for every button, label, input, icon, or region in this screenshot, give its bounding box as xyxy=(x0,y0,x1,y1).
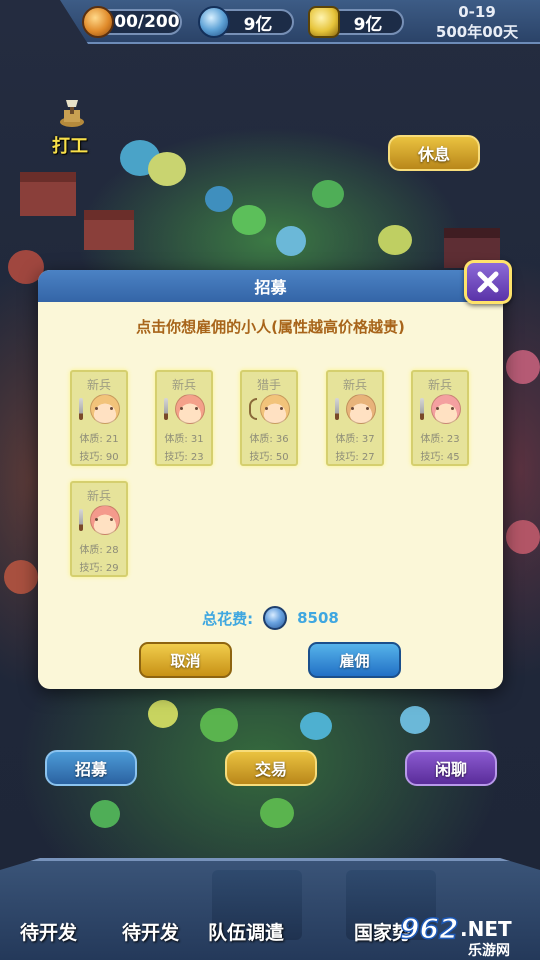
tree-decoration xyxy=(378,225,412,255)
tree-decoration xyxy=(506,520,540,554)
sword-icon xyxy=(79,509,83,531)
energy-counter: 200/200 xyxy=(82,6,182,38)
axe-stump-icon[interactable] xyxy=(56,96,88,128)
house-decoration xyxy=(84,210,134,250)
recruit-card-constitution: 体质: 23 xyxy=(420,434,460,445)
total-cost-value: 8508 xyxy=(297,609,339,627)
recruit-card-skill: 技巧: 23 xyxy=(164,452,204,463)
energy-coin-icon xyxy=(82,6,114,38)
recruit-card-skill: 技巧: 90 xyxy=(79,452,119,463)
recruit-card-constitution: 体质: 31 xyxy=(164,434,204,445)
tree-decoration xyxy=(300,712,332,740)
date-bottom: 500年00天 xyxy=(435,23,519,41)
dialog-instruction: 点击你想雇佣的小人(属性越高价格越贵) xyxy=(136,318,405,336)
recruit-card[interactable]: 新兵体质: 31 技巧: 23 xyxy=(155,370,213,466)
recruit-card-class: 新兵 xyxy=(171,378,196,392)
recruit-card-skill: 技巧: 27 xyxy=(335,452,375,463)
gold-counter: 9亿 xyxy=(308,6,404,38)
tree-decoration xyxy=(90,800,120,828)
total-cost-row: 总花费: 8508 xyxy=(38,604,503,632)
sword-icon xyxy=(164,398,168,420)
gold-ingot-icon xyxy=(308,6,340,38)
tree-decoration xyxy=(232,205,266,235)
dialog-header: 招募 xyxy=(38,270,503,302)
character-portrait xyxy=(260,394,290,424)
character-portrait xyxy=(90,505,120,535)
recruit-card[interactable]: 新兵体质: 28 技巧: 29 xyxy=(70,481,128,577)
recruit-card-constitution: 体质: 37 xyxy=(335,434,375,445)
gem-coin-icon xyxy=(263,606,288,630)
watermark-logo: 962 xyxy=(400,912,458,945)
cancel-button[interactable]: 取消 xyxy=(139,642,232,678)
recruit-card-skill: 技巧: 29 xyxy=(79,563,119,574)
recruit-card-class: 猎手 xyxy=(256,378,281,392)
watermark-site: 乐游网 xyxy=(468,942,510,958)
gold-value: 9亿 xyxy=(353,14,383,35)
tree-decoration xyxy=(148,152,186,186)
sword-icon xyxy=(335,398,339,420)
recruit-card-class: 新兵 xyxy=(86,489,111,503)
recruit-button[interactable]: 招募 xyxy=(45,750,137,786)
tree-decoration xyxy=(4,560,38,594)
recruit-card-constitution: 体质: 21 xyxy=(79,434,119,445)
gem-coin-icon xyxy=(198,6,230,38)
bow-icon xyxy=(249,398,257,420)
tree-decoration xyxy=(205,186,233,212)
site-watermark: 962 .NET 乐游网 xyxy=(398,908,538,959)
gems-value: 9亿 xyxy=(243,14,273,35)
dialog-title: 招募 xyxy=(254,278,287,297)
tree-decoration xyxy=(260,798,294,828)
watermark-suffix: .NET xyxy=(460,917,512,941)
recruit-dialog: 招募 点击你想雇佣的小人(属性越高价格越贵) 新兵 体质: 21 技巧: 90 新兵体… xyxy=(38,270,503,689)
rest-button[interactable]: 休息 xyxy=(388,135,480,171)
recruit-card-constitution: 体质: 36 xyxy=(249,434,289,445)
trade-button[interactable]: 交易 xyxy=(225,750,317,786)
gems-counter: 9亿 xyxy=(198,6,294,38)
tree-decoration xyxy=(312,180,344,208)
tree-decoration xyxy=(148,700,178,728)
sword-icon xyxy=(420,398,424,420)
recruit-card-skill: 技巧: 50 xyxy=(249,452,289,463)
hire-button[interactable]: 雇佣 xyxy=(308,642,401,678)
nav-item-dev-1[interactable]: 待开发 xyxy=(20,918,77,945)
recruit-card[interactable]: 新兵体质: 21 技巧: 90 xyxy=(70,370,128,466)
recruit-card[interactable]: 新兵体质: 37 技巧: 27 xyxy=(326,370,384,466)
close-dialog-button[interactable] xyxy=(464,260,512,304)
total-cost-label: 总花费: xyxy=(202,609,254,628)
tree-decoration xyxy=(276,226,306,256)
recruit-card-class: 新兵 xyxy=(86,378,111,392)
character-portrait xyxy=(346,394,376,424)
chat-button[interactable]: 闲聊 xyxy=(405,750,497,786)
nav-item-dev-2[interactable]: 待开发 xyxy=(122,918,179,945)
close-x-icon xyxy=(477,271,499,293)
recruit-card-class: 新兵 xyxy=(427,378,452,392)
tree-decoration xyxy=(400,706,430,734)
character-portrait xyxy=(90,394,120,424)
recruit-card-constitution: 体质: 28 xyxy=(79,545,119,556)
recruit-card[interactable]: 猎手体质: 36 技巧: 50 xyxy=(240,370,298,466)
game-date: 0-19 500年00天 xyxy=(422,2,532,42)
work-label[interactable]: 打工 xyxy=(52,132,88,158)
character-portrait xyxy=(431,394,461,424)
tree-decoration xyxy=(506,350,540,384)
house-decoration xyxy=(20,172,76,216)
character-portrait xyxy=(175,394,205,424)
recruit-card-skill: 技巧: 45 xyxy=(420,452,460,463)
recruit-card[interactable]: 新兵体质: 23 技巧: 45 xyxy=(411,370,469,466)
tree-decoration xyxy=(200,708,238,742)
date-top: 0-19 xyxy=(458,3,496,21)
sword-icon xyxy=(79,398,83,420)
recruit-card-class: 新兵 xyxy=(342,378,367,392)
nav-item-team-dispatch[interactable]: 队伍调遣 xyxy=(208,918,284,945)
